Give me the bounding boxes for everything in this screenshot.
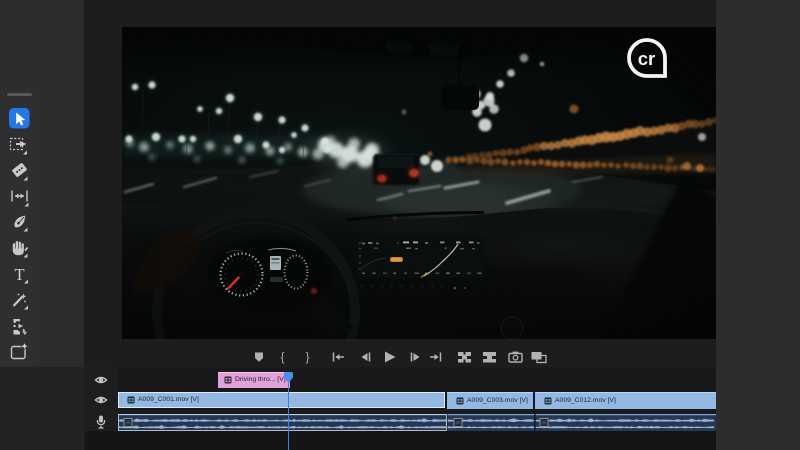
svg-text:T: T xyxy=(14,265,24,284)
svg-text:}: } xyxy=(306,352,310,364)
svg-text:{: { xyxy=(281,352,285,364)
svg-text:cr: cr xyxy=(638,48,656,69)
